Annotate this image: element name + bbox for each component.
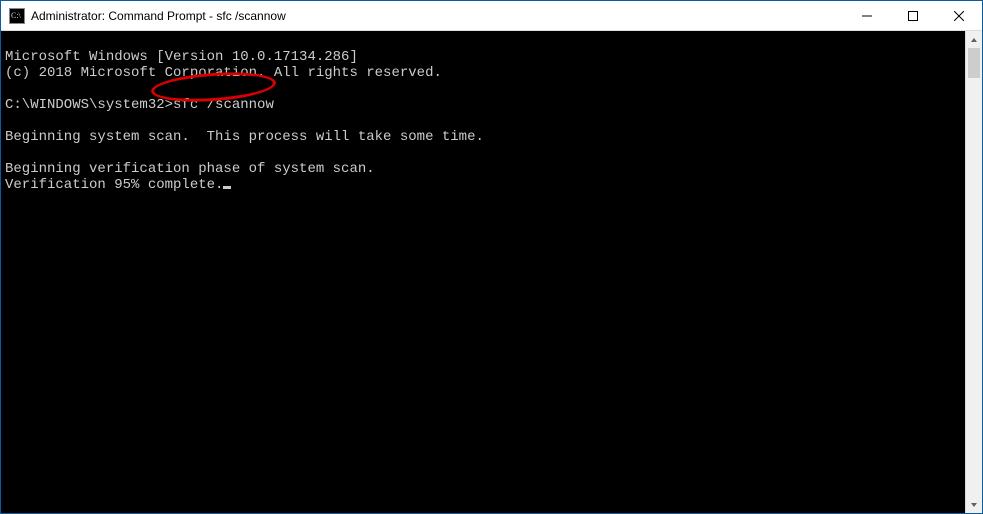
scroll-thumb[interactable] — [968, 48, 980, 78]
console-line: Verification 95% complete. — [5, 177, 231, 193]
console-line: Microsoft Windows [Version 10.0.17134.28… — [5, 49, 358, 65]
console-line: Beginning verification phase of system s… — [5, 161, 375, 177]
maximize-button[interactable] — [890, 1, 936, 31]
scroll-track[interactable] — [966, 48, 982, 496]
cmd-icon: C:\ — [9, 8, 25, 24]
scroll-up-button[interactable] — [966, 31, 982, 48]
scroll-down-button[interactable] — [966, 496, 982, 513]
window-title: Administrator: Command Prompt - sfc /sca… — [31, 9, 286, 23]
vertical-scrollbar[interactable] — [965, 31, 982, 513]
prompt-line: C:\WINDOWS\system32>sfc /scannow — [5, 97, 274, 113]
titlebar[interactable]: C:\ Administrator: Command Prompt - sfc … — [1, 1, 982, 31]
prompt-path: C:\WINDOWS\system32> — [5, 97, 173, 113]
svg-text:C:\: C:\ — [11, 11, 22, 20]
console-line: Beginning system scan. This process will… — [5, 129, 484, 145]
command-prompt-window: C:\ Administrator: Command Prompt - sfc … — [0, 0, 983, 514]
console-line: (c) 2018 Microsoft Corporation. All righ… — [5, 65, 442, 81]
minimize-button[interactable] — [844, 1, 890, 31]
client-area: Microsoft Windows [Version 10.0.17134.28… — [1, 31, 982, 513]
prompt-command: sfc /scannow — [173, 97, 274, 113]
text-cursor — [223, 186, 231, 189]
console-output[interactable]: Microsoft Windows [Version 10.0.17134.28… — [1, 31, 965, 513]
close-button[interactable] — [936, 1, 982, 31]
